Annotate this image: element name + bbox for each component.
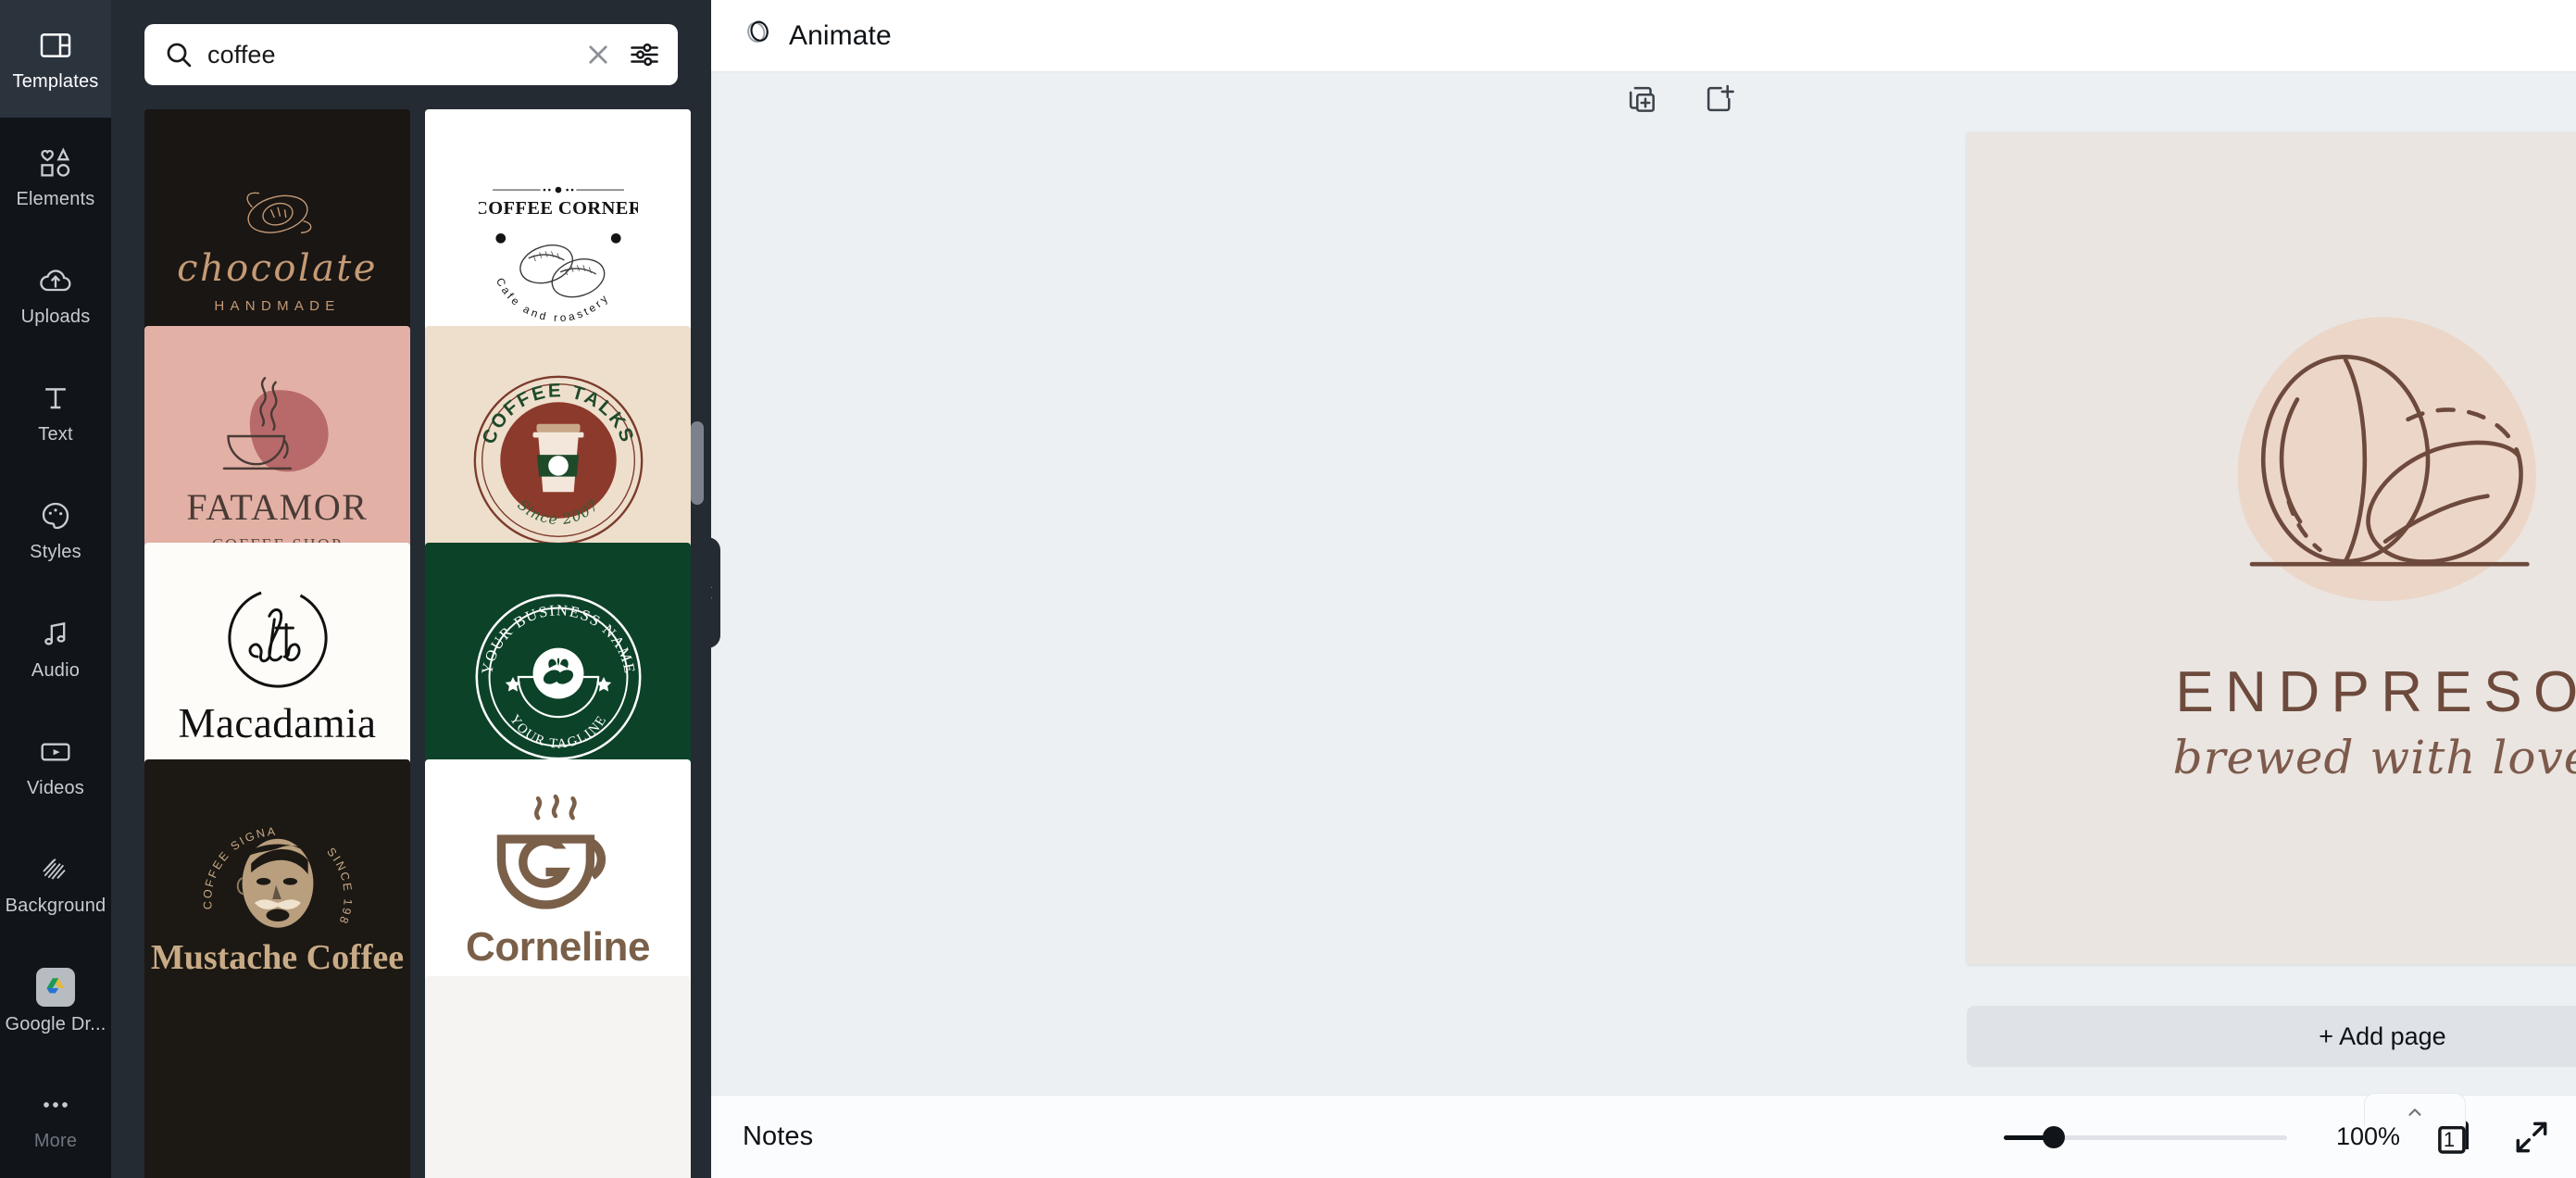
sidebar-item-label: Videos: [27, 777, 84, 798]
videos-icon: [37, 733, 74, 771]
duplicate-page-icon[interactable]: [1624, 81, 1659, 117]
add-page-icon[interactable]: [1702, 81, 1737, 117]
notes-button[interactable]: Notes: [743, 1122, 813, 1152]
search-bar: coffee: [111, 0, 711, 98]
add-page-button[interactable]: + Add page: [1967, 1006, 2576, 1067]
animate-label: Animate: [789, 19, 892, 51]
svg-text:YOUR TAGLINE: YOUR TAGLINE: [506, 712, 610, 752]
svg-text:COFFEE CORNER: COFFEE CORNER: [479, 198, 638, 219]
sidebar-item-styles[interactable]: Styles: [0, 471, 111, 589]
zoom-level[interactable]: 100%: [2319, 1122, 2400, 1151]
logo-tagline: brewed with love: [2172, 730, 2576, 784]
template-title: Corneline: [466, 923, 650, 970]
sidebar-item-label: Elements: [16, 188, 95, 209]
audio-icon: [37, 616, 74, 653]
sidebar-item-label: Templates: [12, 70, 99, 92]
animate-icon: [743, 18, 774, 54]
sidebar-item-background[interactable]: Background: [0, 824, 111, 942]
styles-icon: [37, 497, 74, 534]
canva-editor-window: Templates Elements Uploads Text Styles A…: [0, 0, 2576, 1178]
status-bar: Notes 100% 1: [711, 1095, 2576, 1178]
editor-main: Animate ENDPRESO brewed with love + Add …: [711, 0, 2576, 1178]
sidebar-item-more[interactable]: More: [0, 1060, 111, 1178]
template-card-row5-right[interactable]: [425, 976, 691, 1178]
zoom-slider-knob[interactable]: [2043, 1125, 2065, 1148]
sidebar-item-uploads[interactable]: Uploads: [0, 235, 111, 353]
expand-icon[interactable]: [2511, 1117, 2552, 1158]
template-title: Mustache Coffee: [150, 937, 405, 977]
status-bar-right: 100% 1: [2004, 1113, 2552, 1161]
template-title: chocolate: [177, 247, 378, 291]
sidebar-item-label: More: [33, 1131, 78, 1152]
template-title: FATAMOR: [186, 486, 369, 529]
text-icon: [37, 380, 74, 417]
sidebar-item-google-drive[interactable]: Google Dr...: [0, 943, 111, 1060]
template-subtitle: HANDMADE: [214, 298, 341, 315]
design-canvas[interactable]: ENDPRESO brewed with love: [1967, 132, 2576, 964]
template-card-row5-left[interactable]: [144, 976, 410, 1178]
templates-icon: [37, 27, 74, 64]
template-title: Macadamia: [178, 699, 377, 746]
background-icon: [37, 851, 74, 888]
filter-sliders-icon[interactable]: [628, 38, 661, 71]
sidebar-item-label: Google Dr...: [5, 1014, 106, 1035]
sidebar-item-audio[interactable]: Audio: [0, 589, 111, 707]
page-number: 1: [2443, 1127, 2456, 1151]
animate-button[interactable]: Animate: [743, 18, 892, 54]
panel-scrollbar[interactable]: [691, 421, 704, 505]
template-results-grid: chocolate HANDMADE COFFEE CORNER Cafe an…: [144, 109, 691, 1178]
add-page-label: + Add page: [2319, 1021, 2446, 1050]
chevron-up-icon[interactable]: [2364, 1093, 2466, 1126]
editor-topbar: Animate: [711, 0, 2576, 72]
search-icon: [163, 39, 194, 70]
sidebar-item-label: Uploads: [20, 307, 91, 327]
search-input[interactable]: coffee: [144, 24, 678, 85]
uploads-icon: [37, 262, 74, 299]
svg-text:Cafe and roastery: Cafe and roastery: [493, 276, 611, 325]
logo-composition: ENDPRESO brewed with love: [1967, 132, 2576, 964]
left-rail: Templates Elements Uploads Text Styles A…: [0, 0, 111, 1178]
google-drive-icon: [36, 968, 75, 1008]
close-icon[interactable]: [581, 38, 615, 71]
sidebar-item-label: Background: [5, 896, 106, 917]
more-icon: [37, 1086, 74, 1123]
sidebar-item-videos[interactable]: Videos: [0, 707, 111, 824]
sidebar-item-text[interactable]: Text: [0, 354, 111, 471]
coffee-bean-icon: [2170, 285, 2576, 656]
page-tools: [711, 81, 2576, 117]
sidebar-item-label: Text: [38, 424, 73, 445]
sidebar-item-label: Audio: [31, 659, 81, 681]
templates-panel: coffee chocolate HANDMADE COFFEE CORNER …: [111, 0, 711, 1178]
sidebar-item-label: Styles: [30, 542, 81, 563]
elements-icon: [37, 144, 74, 182]
zoom-slider[interactable]: [2004, 1125, 2287, 1148]
sidebar-item-templates[interactable]: Templates: [0, 0, 111, 119]
sidebar-item-elements[interactable]: Elements: [0, 118, 111, 235]
logo-name: ENDPRESO: [2175, 659, 2576, 724]
search-value: coffee: [207, 41, 276, 69]
